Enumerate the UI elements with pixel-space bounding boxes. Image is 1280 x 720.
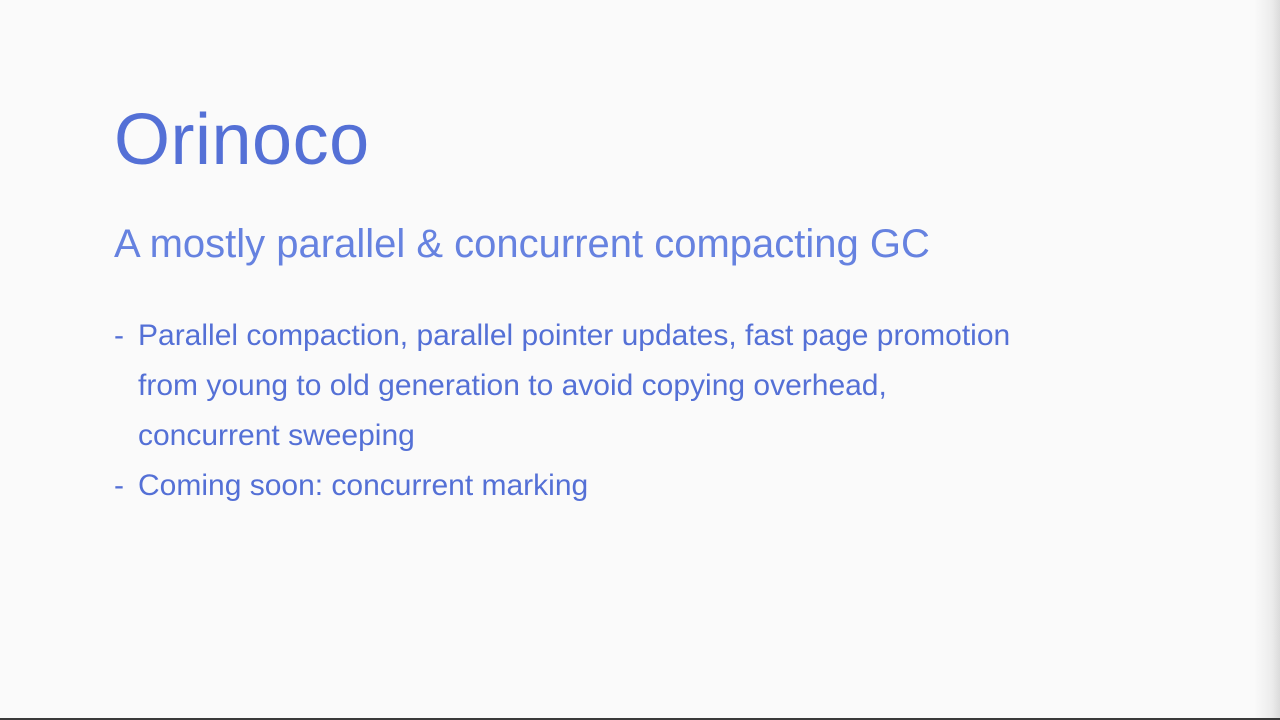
bullet-list: - Parallel compaction, parallel pointer … [114,311,1014,511]
bullet-item-features: - Parallel compaction, parallel pointer … [114,311,1014,461]
bullet-dash: - [114,469,124,502]
slide-title: Orinoco [114,100,370,180]
slide-edge-shadow [1254,0,1280,718]
bullet-text: Parallel compaction, parallel pointer up… [138,319,1011,452]
presentation-slide: Orinoco A mostly parallel & concurrent c… [0,0,1280,718]
bullet-dash: - [114,319,124,352]
bullet-text: Coming soon: concurrent marking [138,469,589,502]
slide-subtitle: A mostly parallel & concurrent compactin… [114,222,930,266]
bullet-item-coming-soon: - Coming soon: concurrent marking [114,461,1014,511]
